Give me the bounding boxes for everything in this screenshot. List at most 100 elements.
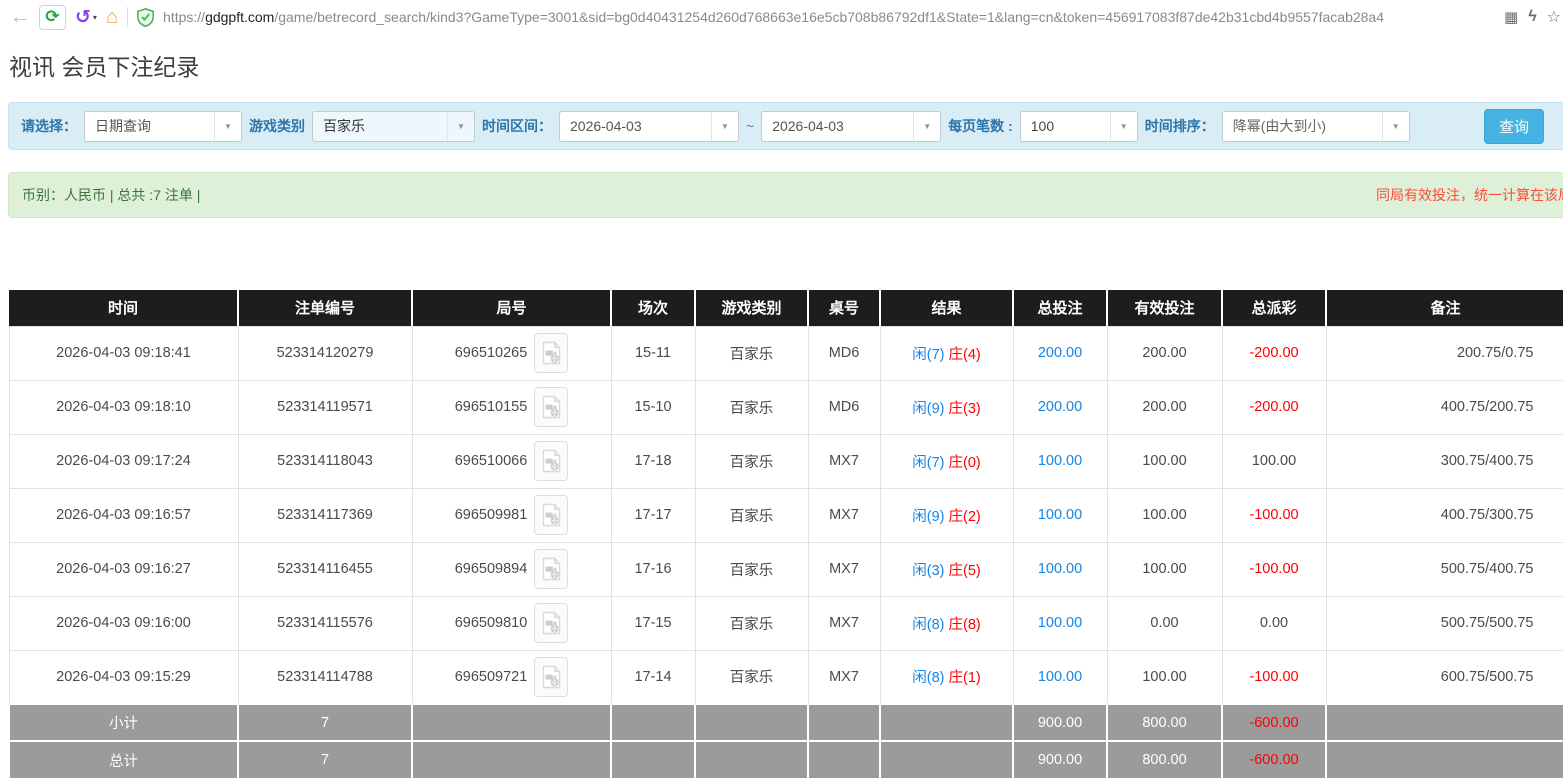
filter-panel: 请选择： 日期查询 ▼ 游戏类别 百家乐 ▼ 时间区间： 2026-04-03 … bbox=[8, 102, 1563, 150]
game-type: 百家乐 bbox=[694, 649, 809, 705]
address-bar[interactable]: https://gdgpft.com/game/betrecord_search… bbox=[163, 9, 1495, 25]
undo-icon: ↺ bbox=[75, 6, 91, 28]
back-icon[interactable]: ← bbox=[10, 5, 31, 29]
note: 600.75/500.75 bbox=[1325, 649, 1563, 705]
summary-valid-bet: 800.00 bbox=[1106, 703, 1223, 741]
result-cell: 闲(8) 庄(1) bbox=[879, 649, 1014, 705]
total-bet-link[interactable]: 100.00 bbox=[1012, 541, 1108, 597]
toolbar-right-icons: ▦ ϟ ☆ bbox=[1504, 7, 1561, 27]
payout: -100.00 bbox=[1221, 649, 1327, 705]
total-bet-link[interactable]: 200.00 bbox=[1012, 379, 1108, 435]
column-header: 游戏类别 bbox=[695, 290, 809, 326]
date-from-picker[interactable]: 2026-04-03 ▼ bbox=[559, 110, 739, 142]
table-number: MX7 bbox=[807, 649, 881, 705]
video-file-icon bbox=[542, 341, 561, 365]
undo-button[interactable]: ↺ ▾ bbox=[75, 6, 97, 29]
round-cell: 696509894 bbox=[411, 541, 612, 597]
game-type-label: 游戏类别 bbox=[249, 118, 305, 134]
summary-total-bet: 900.00 bbox=[1012, 703, 1108, 741]
date-to-value: 2026-04-03 bbox=[772, 118, 844, 134]
table-body: 2026-04-03 09:18:41 523314120279 6965102… bbox=[8, 325, 1563, 705]
search-button[interactable]: 查询 bbox=[1483, 108, 1544, 144]
session-number: 17-15 bbox=[610, 595, 696, 651]
banker-result: 庄(5) bbox=[948, 562, 981, 579]
video-replay-button[interactable] bbox=[534, 333, 569, 373]
qr-code-icon[interactable]: ▦ bbox=[1504, 8, 1518, 26]
bet-time: 2026-04-03 09:18:41 bbox=[8, 325, 239, 381]
total-bet-link[interactable]: 100.00 bbox=[1012, 433, 1108, 489]
result-cell: 闲(9) 庄(2) bbox=[879, 487, 1014, 543]
player-result: 闲(9) bbox=[912, 508, 945, 525]
payout: -100.00 bbox=[1221, 487, 1327, 543]
lightning-icon[interactable]: ϟ bbox=[1528, 8, 1536, 26]
page-size-select[interactable]: 100 ▼ bbox=[1019, 110, 1138, 142]
empty-cell bbox=[610, 703, 696, 741]
bet-records-table: 时间 注单编号 局号 场次 游戏类别 桌号 结果 总投注 有效投注 总派彩 备注 2026-04-0… bbox=[8, 290, 1563, 778]
total-bet-link[interactable]: 100.00 bbox=[1012, 595, 1108, 651]
table-foot: 小计 7 900.00 800.00 -600.00 总计 7 900.00 8… bbox=[8, 703, 1563, 778]
video-replay-button[interactable] bbox=[534, 495, 569, 535]
video-file-icon bbox=[542, 665, 561, 688]
sort-order-select[interactable]: 降幂(由大到小) ▼ bbox=[1221, 110, 1410, 142]
column-header: 备注 bbox=[1326, 290, 1563, 326]
bet-number: 523314120279 bbox=[237, 325, 413, 381]
game-type: 百家乐 bbox=[694, 433, 809, 489]
total-bet-link[interactable]: 100.00 bbox=[1012, 487, 1108, 543]
date-to-picker[interactable]: 2026-04-03 ▼ bbox=[761, 110, 942, 142]
column-header: 总派彩 bbox=[1222, 290, 1327, 326]
bet-number: 523314119571 bbox=[237, 379, 413, 435]
empty-cell bbox=[807, 703, 881, 741]
empty-cell bbox=[879, 740, 1014, 778]
result-cell: 闲(7) 庄(4) bbox=[879, 325, 1014, 381]
table-number: MD6 bbox=[807, 325, 881, 381]
table-number: MX7 bbox=[807, 595, 881, 651]
round-number: 696509721 bbox=[454, 668, 528, 685]
chevron-down-icon: ▼ bbox=[913, 111, 940, 141]
total-bet-link[interactable]: 200.00 bbox=[1012, 325, 1108, 381]
video-replay-button[interactable] bbox=[534, 603, 569, 643]
player-result: 闲(9) bbox=[912, 400, 945, 417]
video-replay-button[interactable] bbox=[534, 549, 569, 589]
payout: -100.00 bbox=[1221, 541, 1327, 597]
player-result: 闲(8) bbox=[912, 670, 945, 687]
date-from-value: 2026-04-03 bbox=[570, 118, 642, 134]
bet-time: 2026-04-03 09:16:27 bbox=[8, 541, 239, 597]
summary-count: 7 bbox=[237, 740, 413, 778]
star-icon[interactable]: ☆ bbox=[1547, 7, 1561, 27]
refresh-button[interactable]: ⟳ bbox=[39, 4, 66, 30]
round-number: 696509810 bbox=[454, 615, 528, 631]
video-replay-button[interactable] bbox=[534, 387, 569, 427]
banker-result: 庄(3) bbox=[948, 400, 981, 417]
note: 200.75/0.75 bbox=[1325, 325, 1563, 381]
video-replay-button[interactable] bbox=[534, 441, 569, 481]
table-number: MX7 bbox=[807, 433, 881, 489]
player-result: 闲(7) bbox=[912, 454, 945, 471]
payout: 100.00 bbox=[1221, 433, 1327, 489]
round-number: 696509981 bbox=[454, 507, 528, 523]
empty-cell bbox=[694, 703, 809, 741]
query-mode-select[interactable]: 日期查询 ▼ bbox=[84, 110, 242, 142]
bet-time: 2026-04-03 09:17:24 bbox=[8, 433, 239, 489]
table-row: 2026-04-03 09:17:24 523314118043 6965100… bbox=[8, 433, 1563, 489]
session-number: 15-11 bbox=[610, 325, 696, 381]
bet-time: 2026-04-03 09:18:10 bbox=[8, 379, 239, 435]
game-type-select[interactable]: 百家乐 ▼ bbox=[312, 110, 475, 142]
game-type: 百家乐 bbox=[694, 541, 809, 597]
sort-order-value: 降幂(由大到小) bbox=[1232, 118, 1327, 134]
page-title: 视讯 会员下注纪录 bbox=[9, 54, 200, 80]
summary-label: 总计 bbox=[8, 740, 239, 778]
summary-row: 总计 7 900.00 800.00 -600.00 bbox=[8, 740, 1563, 778]
session-number: 17-16 bbox=[610, 541, 696, 597]
banker-result: 庄(8) bbox=[948, 616, 981, 633]
table-row: 2026-04-03 09:16:57 523314117369 6965099… bbox=[8, 487, 1563, 543]
column-header: 桌号 bbox=[808, 290, 881, 326]
result-cell: 闲(7) 庄(0) bbox=[879, 433, 1014, 489]
empty-cell bbox=[610, 740, 696, 778]
total-bet-link[interactable]: 100.00 bbox=[1012, 649, 1108, 705]
video-replay-button[interactable] bbox=[534, 656, 569, 697]
home-icon[interactable]: ⌂ bbox=[106, 6, 118, 29]
bet-time: 2026-04-03 09:16:00 bbox=[8, 595, 239, 651]
round-cell: 696509810 bbox=[411, 595, 612, 651]
empty-cell bbox=[1325, 740, 1563, 778]
page-size-value: 100 bbox=[1030, 118, 1055, 134]
